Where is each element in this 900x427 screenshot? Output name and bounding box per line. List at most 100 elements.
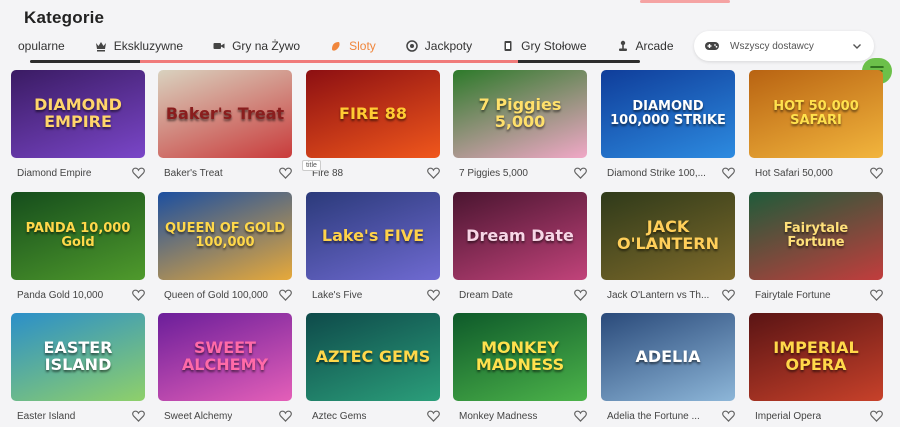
game-thumbnail[interactable]: SWEET ALCHEMY	[158, 313, 292, 401]
game-card[interactable]: SWEET ALCHEMY Sweet Alchemy	[158, 313, 292, 422]
game-thumbnail[interactable]: PANDA 10,000 Gold	[11, 192, 145, 280]
tooltip: title	[302, 160, 321, 171]
game-card[interactable]: Lake's FIVE Lake's Five	[306, 192, 440, 301]
game-thumbnail[interactable]: FIRE 88	[306, 70, 440, 158]
game-logo: HOT 50.000 SAFARI	[773, 99, 859, 128]
game-thumbnail[interactable]: MONKEY MADNESS	[453, 313, 587, 401]
tab-exclusive[interactable]: Ekskluzywne	[95, 39, 183, 53]
game-card[interactable]: Fairytale Fortune Fairytale Fortune	[749, 192, 883, 301]
scrollbar-segment	[30, 60, 140, 63]
favorite-heart-icon[interactable]	[870, 410, 883, 422]
game-card[interactable]: DIAMOND EMPIRE Diamond Empire	[11, 70, 145, 179]
game-thumbnail[interactable]: HOT 50.000 SAFARI	[749, 70, 883, 158]
favorite-heart-icon[interactable]	[132, 289, 145, 301]
game-card[interactable]: QUEEN OF GOLD 100,000 Queen of Gold 100,0…	[158, 192, 292, 301]
game-logo: AZTEC GEMS	[315, 346, 431, 366]
game-thumbnail[interactable]: Lake's FIVE	[306, 192, 440, 280]
game-meta: Adelia the Fortune ...	[607, 407, 735, 425]
game-card[interactable]: 7 Piggies 5,000 7 Piggies 5,000	[453, 70, 587, 179]
game-meta: Easter Island	[17, 407, 145, 425]
game-thumbnail[interactable]: EASTER ISLAND	[11, 313, 145, 401]
tab-slots[interactable]: Sloty	[330, 39, 376, 53]
favorite-heart-icon[interactable]	[574, 410, 587, 422]
game-thumbnail[interactable]: 7 Piggies 5,000	[453, 70, 587, 158]
game-thumbnail[interactable]: JACK O'LANTERN	[601, 192, 735, 280]
game-name: Aztec Gems	[312, 410, 367, 422]
game-meta: Hot Safari 50,000	[755, 164, 883, 182]
game-thumbnail[interactable]: Baker's Treat	[158, 70, 292, 158]
game-logo: Dream Date	[466, 225, 574, 245]
game-card[interactable]: IMPERIAL OPERA Imperial Opera	[749, 313, 883, 422]
provider-select-label: Wszyscy dostawcy	[730, 40, 814, 52]
game-meta: Diamond Strike 100,...	[607, 164, 735, 182]
game-name: Dream Date	[459, 289, 513, 301]
favorite-heart-icon[interactable]	[132, 410, 145, 422]
game-thumbnail[interactable]: DIAMOND EMPIRE	[11, 70, 145, 158]
game-card[interactable]: JACK O'LANTERN Jack O'Lantern vs Th...	[601, 192, 735, 301]
game-thumbnail[interactable]: QUEEN OF GOLD 100,000	[158, 192, 292, 280]
tab-label: Jackpoty	[424, 39, 473, 53]
favorite-heart-icon[interactable]	[722, 289, 735, 301]
game-logo: EASTER ISLAND	[43, 338, 113, 374]
favorite-heart-icon[interactable]	[279, 289, 292, 301]
game-thumbnail[interactable]: IMPERIAL OPERA	[749, 313, 883, 401]
favorite-heart-icon[interactable]	[279, 410, 292, 422]
favorite-heart-icon[interactable]	[870, 167, 883, 179]
game-thumbnail[interactable]: Dream Date	[453, 192, 587, 280]
game-card[interactable]: AZTEC GEMS Aztec Gems	[306, 313, 440, 422]
game-card[interactable]: MONKEY MADNESS Monkey Madness	[453, 313, 587, 422]
game-name: Jack O'Lantern vs Th...	[607, 289, 710, 301]
game-logo: FIRE 88	[339, 103, 407, 123]
game-thumbnail[interactable]: AZTEC GEMS	[306, 313, 440, 401]
favorite-heart-icon[interactable]	[279, 167, 292, 179]
favorite-heart-icon[interactable]	[427, 410, 440, 422]
game-thumbnail[interactable]: ADELIA	[601, 313, 735, 401]
game-name: Fairytale Fortune	[755, 289, 831, 301]
top-accent-line	[640, 0, 730, 3]
favorite-heart-icon[interactable]	[722, 410, 735, 422]
game-meta: Queen of Gold 100,000	[164, 286, 292, 304]
game-logo: SWEET ALCHEMY	[181, 338, 269, 374]
game-name: Easter Island	[17, 410, 76, 422]
game-meta: 7 Piggies 5,000	[459, 164, 587, 182]
game-thumbnail[interactable]: Fairytale Fortune	[749, 192, 883, 280]
scrollbar-thumb[interactable]	[140, 60, 518, 63]
provider-select[interactable]: Wszyscy dostawcy	[694, 31, 874, 61]
chevron-down-icon	[853, 44, 861, 49]
game-thumbnail[interactable]: DIAMOND 100,000 STRIKE	[601, 70, 735, 158]
tab-table-games[interactable]: Gry Stołowe	[502, 39, 587, 53]
game-card[interactable]: ADELIA Adelia the Fortune ...	[601, 313, 735, 422]
game-name: Baker's Treat	[164, 167, 223, 179]
favorite-heart-icon[interactable]	[870, 289, 883, 301]
tabs-scrollbar[interactable]	[30, 60, 640, 63]
game-name: Hot Safari 50,000	[755, 167, 833, 179]
tab-label: Ekskluzywne	[113, 39, 184, 53]
game-card[interactable]: Baker's Treat Baker's Treat	[158, 70, 292, 179]
tab-live-games[interactable]: Gry na Żywo	[213, 39, 300, 53]
game-card[interactable]: PANDA 10,000 Gold Panda Gold 10,000	[11, 192, 145, 301]
favorite-heart-icon[interactable]	[574, 289, 587, 301]
game-logo: Baker's Treat	[165, 103, 285, 123]
tab-jackpots[interactable]: Jackpoty	[406, 39, 472, 53]
favorite-heart-icon[interactable]	[427, 289, 440, 301]
favorite-heart-icon[interactable]	[574, 167, 587, 179]
tab-label: opularne	[18, 39, 65, 53]
favorite-heart-icon[interactable]	[722, 167, 735, 179]
joystick-icon	[618, 40, 627, 51]
game-meta: Fairytale Fortune	[755, 286, 883, 304]
tab-arcade[interactable]: Arcade	[617, 39, 674, 53]
game-name: Diamond Strike 100,...	[607, 167, 706, 179]
favorite-heart-icon[interactable]	[132, 167, 145, 179]
page-title: Kategorie	[24, 8, 105, 27]
game-card[interactable]: Dream Date Dream Date	[453, 192, 587, 301]
game-name: 7 Piggies 5,000	[459, 167, 528, 179]
game-meta: Aztec Gems	[312, 407, 440, 425]
game-card[interactable]: DIAMOND 100,000 STRIKE Diamond Strike 100…	[601, 70, 735, 179]
game-card[interactable]: FIRE 88 Fire 88	[306, 70, 440, 179]
favorite-heart-icon[interactable]	[427, 167, 440, 179]
game-meta: Sweet Alchemy	[164, 407, 292, 425]
tab-popular[interactable]: opularne	[18, 39, 65, 53]
game-card[interactable]: HOT 50.000 SAFARI Hot Safari 50,000	[749, 70, 883, 179]
game-card[interactable]: EASTER ISLAND Easter Island	[11, 313, 145, 422]
game-name: Adelia the Fortune ...	[607, 410, 700, 422]
